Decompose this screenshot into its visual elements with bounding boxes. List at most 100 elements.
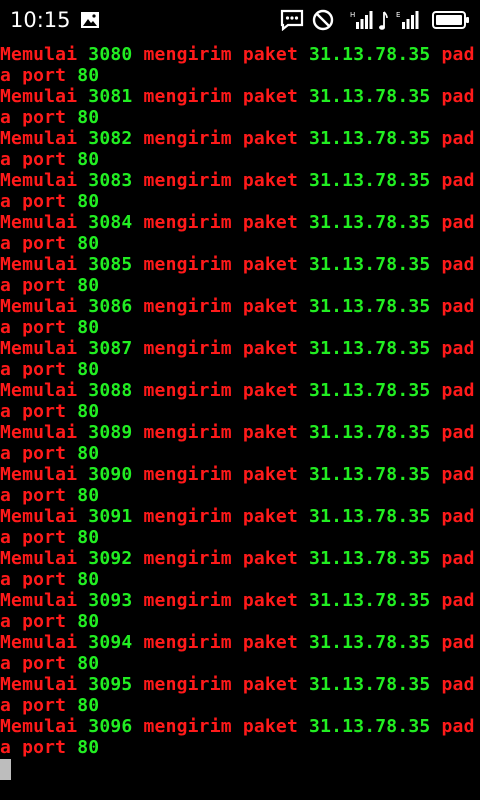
status-time: 10:15 [10,8,71,32]
terminal-line-wrap: a port 80 [0,653,480,674]
terminal-line-wrap: a port 80 [0,401,480,422]
terminal-text-prefix: Memulai [0,422,89,443]
terminal-line: Memulai 3094 mengirim paket 31.13.78.35 … [0,632,480,653]
terminal-text-middle: mengirim paket [132,632,310,653]
terminal-text-suffix1: pad [430,128,475,149]
terminal-output[interactable]: Memulai 3080 mengirim paket 31.13.78.35 … [0,44,480,784]
signal-e-icon: E [396,10,420,34]
terminal-text-suffix1: pad [430,86,475,107]
terminal-text-suffix1: pad [430,506,475,527]
terminal-text-prefix: Memulai [0,86,89,107]
terminal-text-prefix: Memulai [0,212,89,233]
terminal-text-middle: mengirim paket [132,296,310,317]
terminal-line-wrap: a port 80 [0,191,480,212]
terminal-cursor [0,759,11,780]
terminal-text-middle: mengirim paket [132,674,310,695]
terminal-line-wrap: a port 80 [0,695,480,716]
terminal-line: Memulai 3083 mengirim paket 31.13.78.35 … [0,170,480,191]
terminal-text-suffix1: pad [430,44,475,65]
terminal-line: Memulai 3087 mengirim paket 31.13.78.35 … [0,338,480,359]
terminal-text-prefix: Memulai [0,548,89,569]
terminal-text-ip: 31.13.78.35 [309,44,431,65]
terminal-text-ip: 31.13.78.35 [309,380,431,401]
terminal-line: Memulai 3080 mengirim paket 31.13.78.35 … [0,44,480,65]
terminal-text-suffix2: a port [0,401,78,422]
terminal-line: Memulai 3088 mengirim paket 31.13.78.35 … [0,380,480,401]
terminal-text-middle: mengirim paket [132,590,310,611]
svg-text:E: E [396,11,400,19]
terminal-text-ip: 31.13.78.35 [309,170,431,191]
terminal-text-prefix: Memulai [0,506,89,527]
terminal-text-suffix1: pad [430,464,475,485]
terminal-text-ip: 31.13.78.35 [309,296,431,317]
terminal-text-middle: mengirim paket [132,44,310,65]
terminal-line: Memulai 3090 mengirim paket 31.13.78.35 … [0,464,480,485]
terminal-text-suffix2: a port [0,527,78,548]
terminal-text-suffix1: pad [430,254,475,275]
status-bar: 10:15 H E [0,0,480,40]
music-note-icon [378,10,388,36]
terminal-line: Memulai 3093 mengirim paket 31.13.78.35 … [0,590,480,611]
terminal-text-port: 80 [77,737,100,758]
terminal-text-suffix1: pad [430,674,475,695]
terminal-text-suffix2: a port [0,569,78,590]
terminal-text-suffix1: pad [430,422,475,443]
terminal-text-prefix: Memulai [0,464,89,485]
terminal-text-number: 3080 [88,44,133,65]
terminal-text-middle: mengirim paket [132,254,310,275]
terminal-text-port: 80 [77,359,100,380]
terminal-text-middle: mengirim paket [132,338,310,359]
terminal-text-suffix1: pad [430,590,475,611]
terminal-text-ip: 31.13.78.35 [309,422,431,443]
terminal-text-port: 80 [77,233,100,254]
terminal-line-wrap: a port 80 [0,443,480,464]
terminal-text-suffix2: a port [0,653,78,674]
signal-h-icon: H [350,10,374,34]
terminal-text-ip: 31.13.78.35 [309,464,431,485]
terminal-text-prefix: Memulai [0,338,89,359]
terminal-text-port: 80 [77,569,100,590]
terminal-line-wrap: a port 80 [0,359,480,380]
terminal-text-port: 80 [77,653,100,674]
terminal-text-number: 3089 [88,422,133,443]
terminal-line: Memulai 3095 mengirim paket 31.13.78.35 … [0,674,480,695]
terminal-line: Memulai 3092 mengirim paket 31.13.78.35 … [0,548,480,569]
chat-icon [280,9,304,35]
terminal-text-middle: mengirim paket [132,464,310,485]
terminal-text-ip: 31.13.78.35 [309,212,431,233]
terminal-text-port: 80 [77,317,100,338]
terminal-text-suffix1: pad [430,338,475,359]
terminal-text-port: 80 [77,65,100,86]
terminal-text-middle: mengirim paket [132,716,310,737]
do-not-disturb-icon [312,9,334,35]
terminal-text-prefix: Memulai [0,674,89,695]
battery-icon [432,11,470,33]
terminal-text-number: 3094 [88,632,133,653]
terminal-text-suffix2: a port [0,191,78,212]
terminal-text-port: 80 [77,695,100,716]
terminal-text-suffix1: pad [430,170,475,191]
terminal-text-suffix1: pad [430,548,475,569]
terminal-text-suffix2: a port [0,359,78,380]
terminal-text-number: 3086 [88,296,133,317]
terminal-line: Memulai 3084 mengirim paket 31.13.78.35 … [0,212,480,233]
terminal-text-number: 3087 [88,338,133,359]
terminal-text-suffix2: a port [0,275,78,296]
terminal-text-suffix2: a port [0,149,78,170]
terminal-line-wrap: a port 80 [0,485,480,506]
terminal-text-middle: mengirim paket [132,212,310,233]
terminal-line-wrap: a port 80 [0,527,480,548]
terminal-line-wrap: a port 80 [0,233,480,254]
terminal-line: Memulai 3089 mengirim paket 31.13.78.35 … [0,422,480,443]
terminal-text-number: 3091 [88,506,133,527]
terminal-text-number: 3090 [88,464,133,485]
terminal-text-number: 3092 [88,548,133,569]
terminal-text-middle: mengirim paket [132,380,310,401]
terminal-text-number: 3082 [88,128,133,149]
terminal-line: Memulai 3086 mengirim paket 31.13.78.35 … [0,296,480,317]
terminal-line-wrap: a port 80 [0,317,480,338]
terminal-line-wrap: a port 80 [0,611,480,632]
terminal-text-middle: mengirim paket [132,86,310,107]
terminal-text-ip: 31.13.78.35 [309,632,431,653]
terminal-text-number: 3085 [88,254,133,275]
